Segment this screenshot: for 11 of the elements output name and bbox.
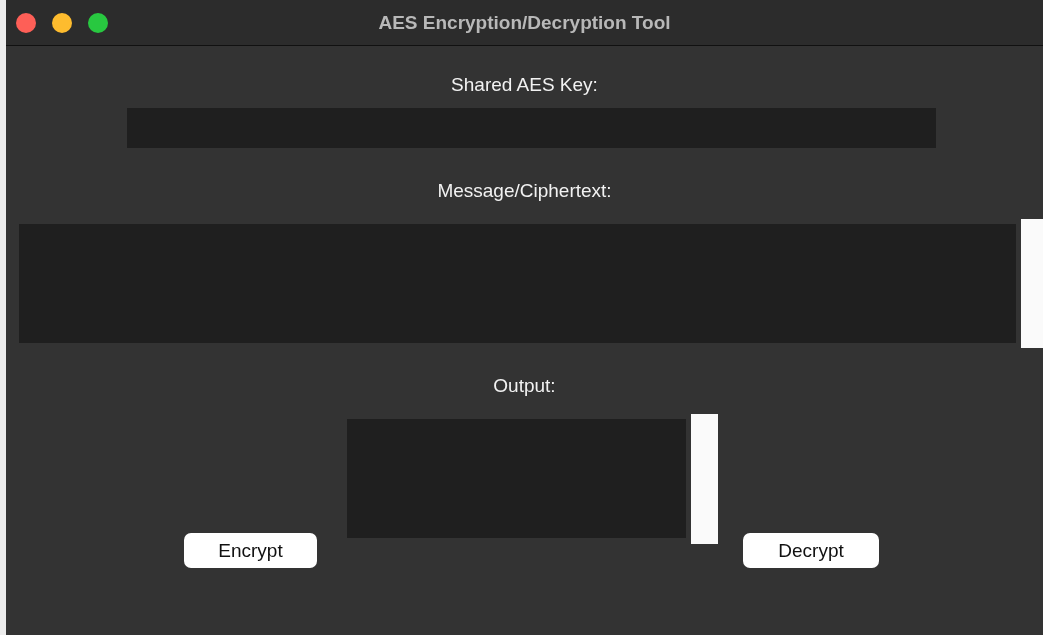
scrollbar[interactable] <box>691 414 718 544</box>
decrypt-button[interactable]: Decrypt <box>743 533 879 568</box>
minimize-button[interactable] <box>52 12 72 33</box>
scrollbar[interactable] <box>1021 219 1043 348</box>
window-title: AES Encryption/Decryption Tool <box>378 11 671 34</box>
encrypt-button[interactable]: Encrypt <box>184 533 317 568</box>
zoom-button[interactable] <box>88 12 108 33</box>
field-label: Shared AES Key: <box>451 74 598 96</box>
field-label: Message/Ciphertext: <box>437 180 612 202</box>
close-button[interactable] <box>16 12 36 33</box>
field-label: Output: <box>493 375 556 397</box>
